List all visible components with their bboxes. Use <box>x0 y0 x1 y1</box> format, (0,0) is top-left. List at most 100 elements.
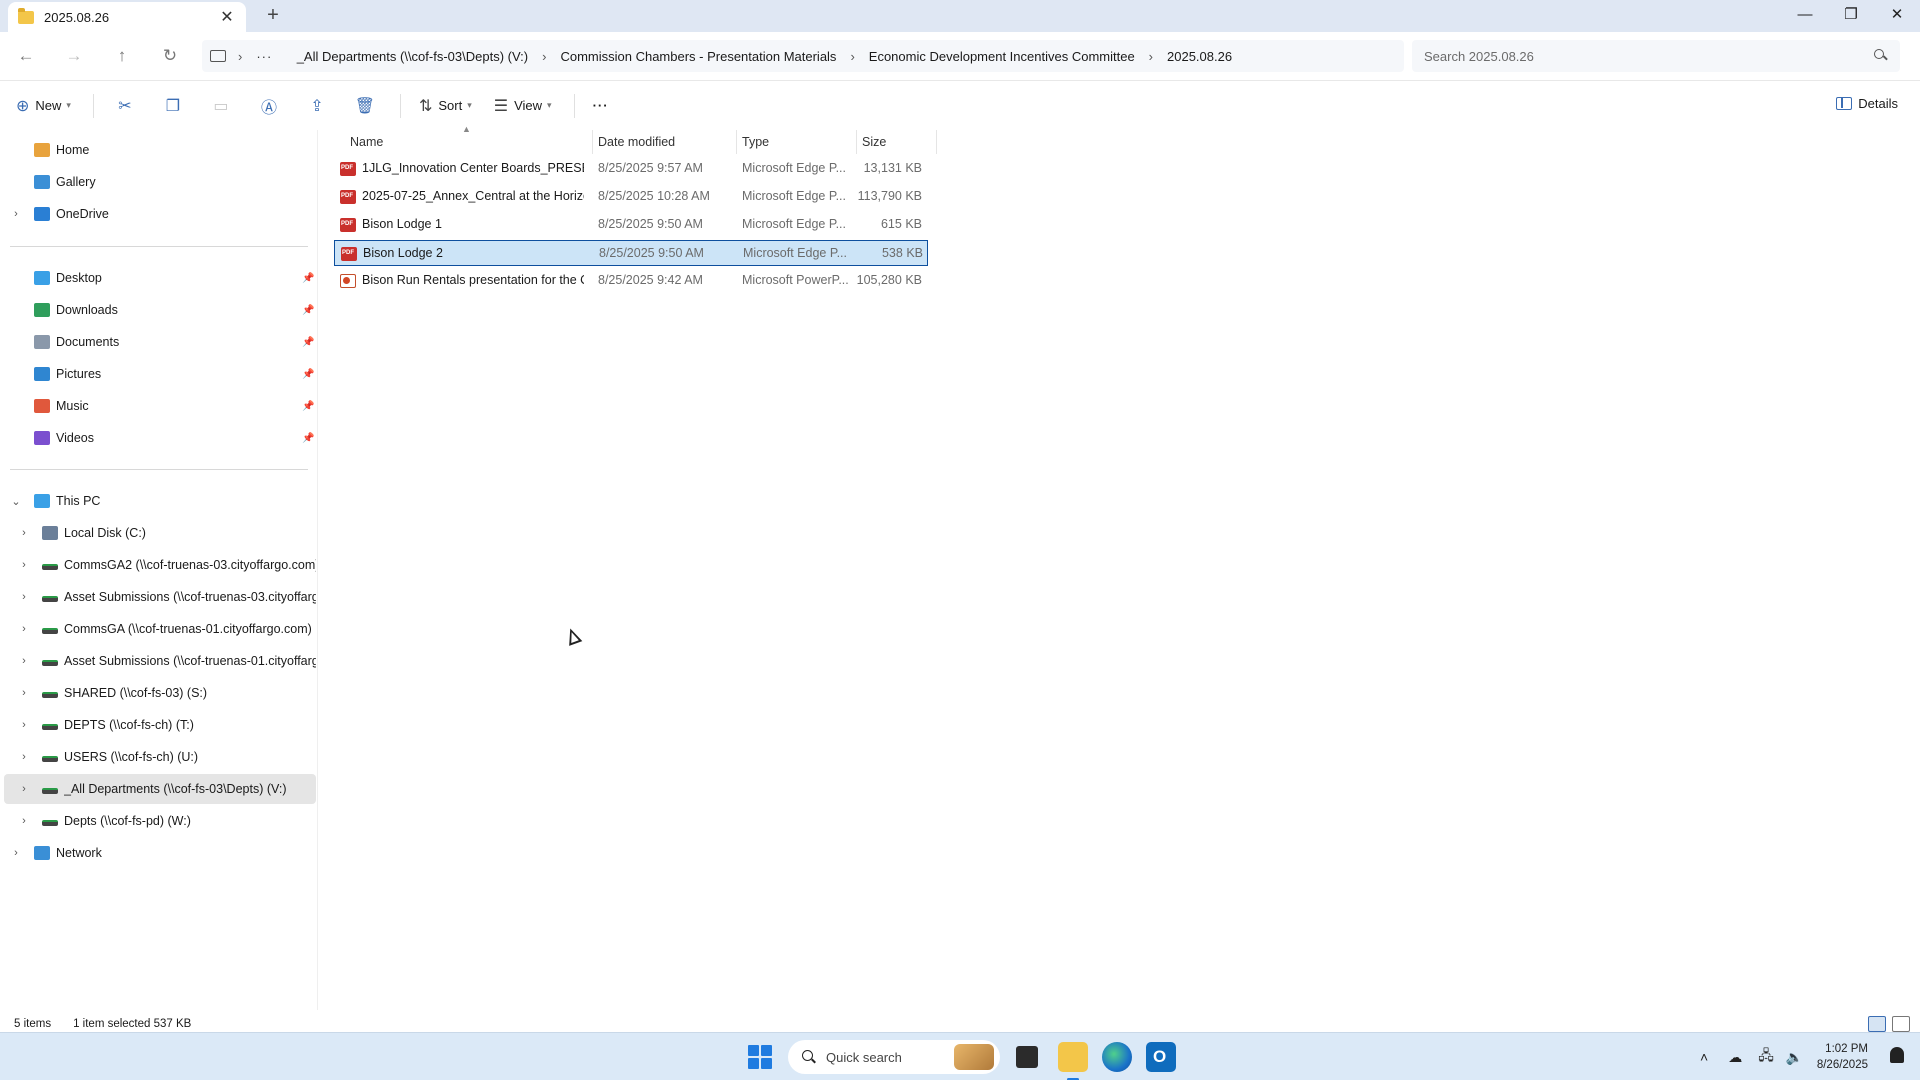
sidebar-item-drive[interactable]: › CommsGA2 (\\cof-truenas-03.cityoffargo.… <box>0 550 318 580</box>
column-divider[interactable] <box>936 130 937 154</box>
copy-icon[interactable]: ❐ <box>160 96 186 116</box>
search-input[interactable] <box>1424 48 1874 64</box>
taskbar-search[interactable]: Quick search <box>788 1040 1000 1074</box>
breadcrumb-overflow-button[interactable]: ··· <box>256 49 272 64</box>
sidebar-item-drive[interactable]: › SHARED (\\cof-fs-03) (S:) <box>0 678 318 708</box>
pin-icon[interactable]: 📌 <box>302 273 314 284</box>
column-header-type[interactable]: Type <box>742 130 769 154</box>
sidebar-item-drive[interactable]: › Local Disk (C:) <box>0 518 318 548</box>
column-divider[interactable] <box>736 130 737 154</box>
chevron-down-icon[interactable]: ⌄ <box>10 495 22 508</box>
sidebar-item-drive[interactable]: › _All Departments (\\cof-fs-03\Depts) (V… <box>4 774 316 804</box>
up-arrow-icon[interactable]: ↑ <box>104 46 140 66</box>
minimize-button[interactable]: — <box>1782 0 1828 32</box>
sidebar-item-documents[interactable]: Documents 📌 <box>0 327 318 357</box>
tiles-view-icon[interactable] <box>1892 1016 1910 1032</box>
sidebar-item-this-pc[interactable]: ⌄ This PC <box>0 486 318 516</box>
column-header-name[interactable]: Name <box>350 130 383 154</box>
file-row[interactable]: Bison Lodge 1 8/25/2025 9:50 AM Microsoft … <box>334 212 928 238</box>
chevron-right-icon[interactable]: › <box>18 719 30 731</box>
windows-start-icon[interactable] <box>748 1045 772 1069</box>
chevron-right-icon[interactable]: › <box>18 783 30 795</box>
show-hidden-icons-chevron-icon[interactable]: ˄ <box>1700 1049 1708 1065</box>
sidebar-item-pictures[interactable]: Pictures 📌 <box>0 359 318 389</box>
maximize-button[interactable]: ❐ <box>1828 0 1874 32</box>
clock[interactable]: 1:02 PM 8/26/2025 <box>1817 1041 1868 1073</box>
forward-arrow-icon[interactable]: → <box>56 46 92 66</box>
outlook-icon[interactable] <box>1146 1042 1176 1072</box>
sidebar-item-drive[interactable]: › Depts (\\cof-fs-pd) (W:) <box>0 806 318 836</box>
back-arrow-icon[interactable]: ← <box>8 46 44 66</box>
breadcrumb-commission-chambers[interactable]: Commission Chambers - Presentation Mater… <box>560 49 836 64</box>
cut-icon[interactable]: ✂ <box>112 96 138 116</box>
notification-bell-icon[interactable] <box>1890 1047 1904 1063</box>
tab-2025-08-26[interactable]: 2025.08.26 ✕ <box>8 2 246 32</box>
sidebar-item-drive[interactable]: › Asset Submissions (\\cof-truenas-01.cit… <box>0 646 318 676</box>
column-header-date[interactable]: Date modified <box>598 130 675 154</box>
pin-icon[interactable]: 📌 <box>302 369 314 380</box>
file-row[interactable]: 1JLG_Innovation Center Boards_PRESENT...… <box>334 156 928 182</box>
task-view-icon[interactable] <box>1016 1046 1038 1068</box>
chevron-right-icon[interactable]: › <box>542 49 546 64</box>
chevron-right-icon[interactable]: › <box>18 527 30 539</box>
new-tab-button[interactable]: + <box>262 4 284 27</box>
more-options-button[interactable]: ··· <box>593 98 609 113</box>
edge-browser-icon[interactable] <box>1102 1042 1132 1072</box>
pin-icon[interactable]: 📌 <box>302 401 314 412</box>
chevron-right-icon[interactable]: › <box>850 49 854 64</box>
chevron-right-icon[interactable]: › <box>10 847 22 859</box>
sidebar-item-onedrive[interactable]: › OneDrive <box>0 199 318 229</box>
new-button[interactable]: ⊕ New ▾ <box>16 96 71 116</box>
share-icon[interactable]: ⇪ <box>304 96 330 116</box>
sidebar-item-gallery[interactable]: Gallery <box>0 167 318 197</box>
delete-icon[interactable]: 🗑 <box>352 96 378 116</box>
pin-icon[interactable]: 📌 <box>302 305 314 316</box>
close-window-button[interactable]: ✕ <box>1874 0 1920 32</box>
column-header-size[interactable]: Size <box>862 130 886 154</box>
sidebar-item-drive[interactable]: › CommsGA (\\cof-truenas-01.cityoffargo.c… <box>0 614 318 644</box>
computer-icon[interactable] <box>210 50 226 62</box>
column-divider[interactable] <box>592 130 593 154</box>
sidebar-item-home[interactable]: Home <box>0 135 318 165</box>
sidebar-item-desktop[interactable]: Desktop 📌 <box>0 263 318 293</box>
pin-icon[interactable]: 📌 <box>302 433 314 444</box>
chevron-right-icon[interactable]: › <box>238 49 242 64</box>
chevron-right-icon[interactable]: › <box>18 591 30 603</box>
view-button[interactable]: ☰ View ▾ <box>494 96 552 116</box>
pin-icon[interactable]: 📌 <box>302 337 314 348</box>
column-divider[interactable] <box>856 130 857 154</box>
breadcrumb[interactable]: › ··· › _All Departments (\\cof-fs-03\De… <box>202 40 1404 72</box>
chevron-right-icon[interactable]: › <box>1149 49 1153 64</box>
sidebar-item-videos[interactable]: Videos 📌 <box>0 423 318 453</box>
sidebar-item-music[interactable]: Music 📌 <box>0 391 318 421</box>
chevron-right-icon[interactable]: › <box>18 751 30 763</box>
breadcrumb-economic-development[interactable]: Economic Development Incentives Committe… <box>869 49 1135 64</box>
refresh-icon[interactable]: ↻ <box>152 46 188 66</box>
chevron-right-icon[interactable]: › <box>18 623 30 635</box>
chevron-right-icon[interactable]: › <box>10 208 22 220</box>
sidebar-item-drive[interactable]: › Asset Submissions (\\cof-truenas-03.cit… <box>0 582 318 612</box>
breadcrumb-all-departments[interactable]: _All Departments (\\cof-fs-03\Depts) (V:… <box>297 49 528 64</box>
chevron-right-icon[interactable]: › <box>18 559 30 571</box>
chevron-right-icon[interactable]: › <box>18 687 30 699</box>
rename-icon[interactable]: Ⓐ <box>256 94 282 118</box>
network-icon[interactable]: 🖧 <box>1758 1045 1774 1069</box>
details-button[interactable]: Details <box>1836 96 1898 111</box>
search-icon[interactable] <box>1874 49 1888 63</box>
sidebar-item-drive[interactable]: › DEPTS (\\cof-fs-ch) (T:) <box>0 710 318 740</box>
file-row[interactable]: Bison Run Rentals presentation for the C… <box>334 268 928 294</box>
volume-icon[interactable]: 🔈 <box>1786 1049 1803 1066</box>
file-explorer-icon[interactable] <box>1058 1042 1088 1080</box>
chevron-right-icon[interactable]: › <box>18 655 30 667</box>
chevron-right-icon[interactable]: › <box>18 815 30 827</box>
close-tab-icon[interactable]: ✕ <box>218 7 236 27</box>
breadcrumb-current-folder[interactable]: 2025.08.26 <box>1167 49 1232 64</box>
sort-button[interactable]: ⇅ Sort ▾ <box>419 96 472 116</box>
file-row[interactable]: 2025-07-25_Annex_Central at the Horizon.… <box>334 184 928 210</box>
sidebar-item-drive[interactable]: › USERS (\\cof-fs-ch) (U:) <box>0 742 318 772</box>
paste-icon[interactable]: ▭ <box>208 96 234 116</box>
sidebar-item-downloads[interactable]: Downloads 📌 <box>0 295 318 325</box>
sidebar-item-network[interactable]: › Network <box>0 838 318 868</box>
details-view-icon[interactable] <box>1868 1016 1886 1032</box>
file-row[interactable]: Bison Lodge 2 8/25/2025 9:50 AM Microsoft … <box>334 240 928 266</box>
